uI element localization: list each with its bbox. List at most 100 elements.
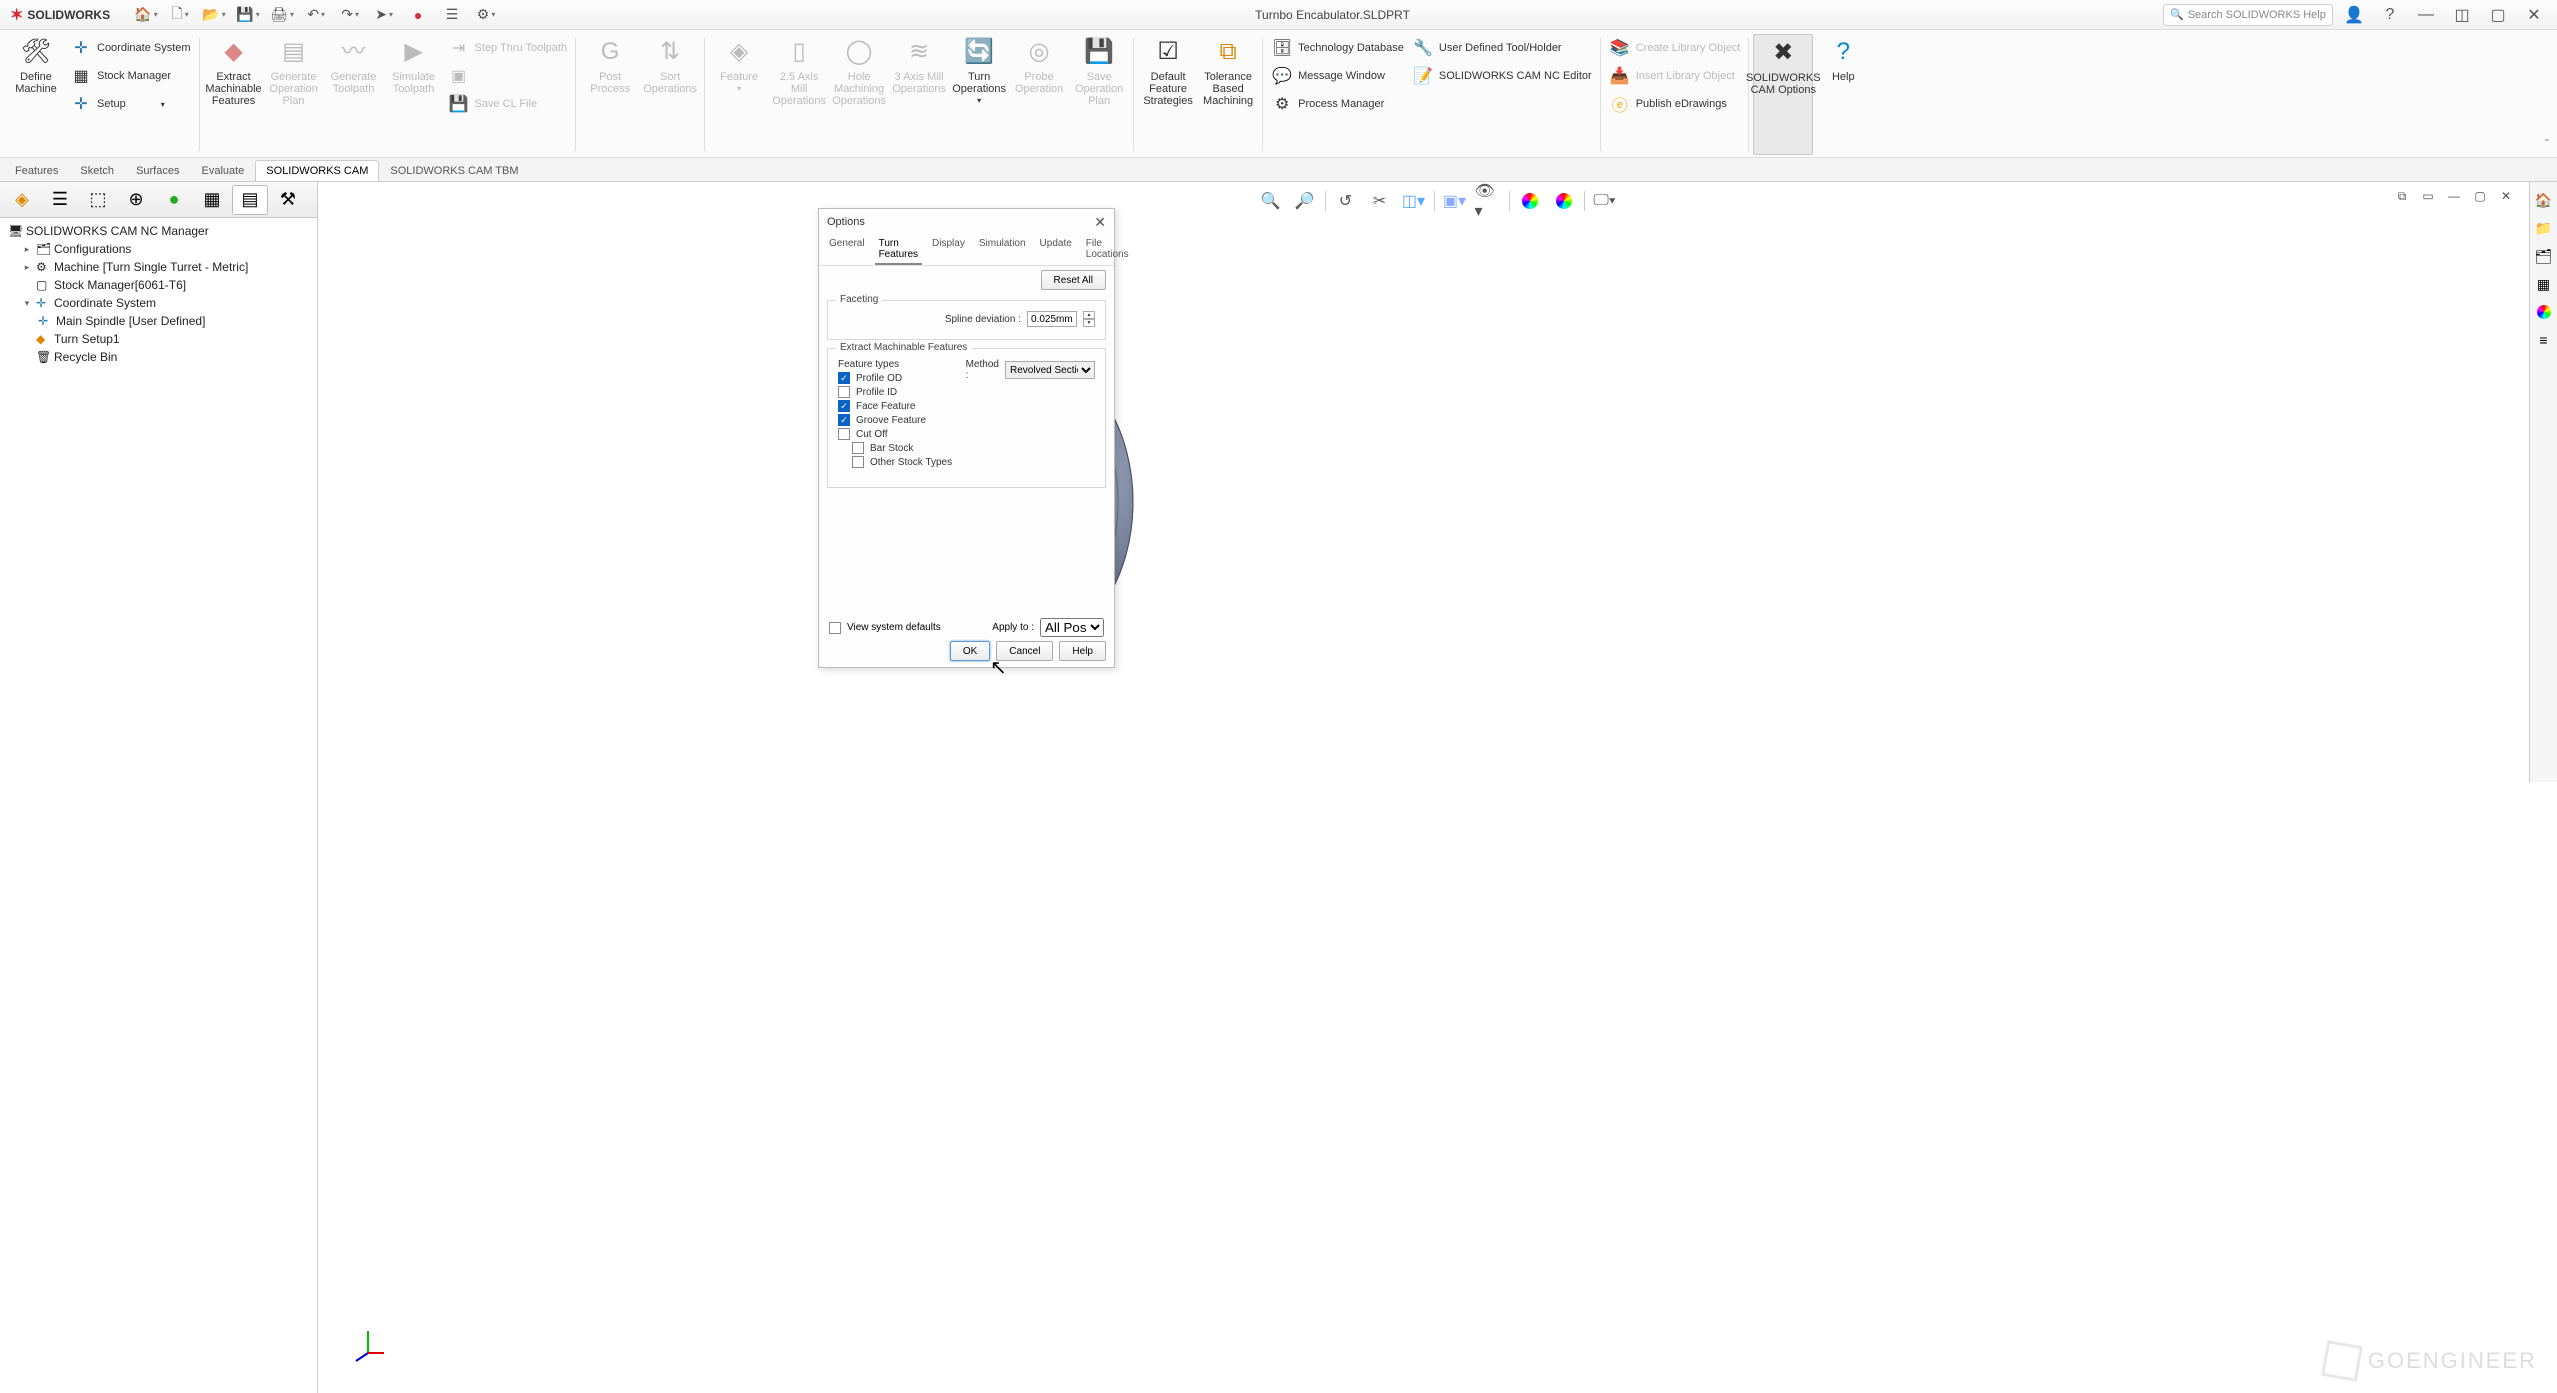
stock-manager-button[interactable]: ▦Stock Manager	[66, 62, 175, 90]
doc-close-icon[interactable]: ✕	[2495, 186, 2517, 206]
tree-root[interactable]: 🖥SOLIDWORKS CAM NC Manager	[4, 222, 313, 240]
expand-icon[interactable]: ▸	[22, 262, 32, 273]
zoom-area-icon[interactable]: 🔎	[1291, 188, 1319, 214]
rebuild-icon[interactable]: ●	[402, 2, 434, 28]
dlg-tab-file-locations[interactable]: File Locations	[1082, 235, 1133, 265]
cam-operation-tab-icon[interactable]: ▤	[232, 185, 268, 215]
options-icon[interactable]: ☰	[436, 2, 468, 28]
define-machine-button[interactable]: 🛠Define Machine	[6, 34, 66, 97]
dimxpert-tab-icon[interactable]: ⊕	[118, 185, 154, 215]
hide-show-icon[interactable]: 👁▾	[1475, 188, 1503, 214]
dlg-tab-general[interactable]: General	[825, 235, 869, 265]
technology-database-button[interactable]: 🗄Technology Database	[1267, 34, 1408, 62]
tree-machine[interactable]: ▸⚙Machine [Turn Single Turret - Metric]	[4, 258, 313, 276]
tp-file-explorer-icon[interactable]: 🗂	[2532, 244, 2556, 268]
home-icon[interactable]: 🏠▾	[130, 2, 162, 28]
tab-solidworks-cam[interactable]: SOLIDWORKS CAM	[255, 160, 379, 181]
select-icon[interactable]: ➤▾	[368, 2, 400, 28]
tp-custom-props-icon[interactable]: ≡	[2532, 328, 2556, 352]
dlg-tab-display[interactable]: Display	[928, 235, 969, 265]
dlg-tab-update[interactable]: Update	[1036, 235, 1076, 265]
tree-configurations[interactable]: ▸🗂Configurations	[4, 240, 313, 258]
turn-operations-button[interactable]: 🔄Turn Operations▾	[949, 34, 1009, 155]
apply-to-select[interactable]: All Possible	[1040, 618, 1104, 637]
face-feature-checkbox[interactable]: ✓	[838, 400, 850, 412]
message-window-button[interactable]: 💬Message Window	[1267, 62, 1389, 90]
cam-feature-tab-icon[interactable]: ▦	[194, 185, 230, 215]
tree-coord-sys[interactable]: ▾✛Coordinate System	[4, 294, 313, 312]
coordinate-system-button[interactable]: ✛Coordinate System	[66, 34, 195, 62]
ribbon-collapse-icon[interactable]: ˆ	[2545, 137, 2549, 151]
view-system-defaults-checkbox[interactable]	[829, 622, 841, 634]
tab-sketch[interactable]: Sketch	[69, 160, 125, 181]
dialog-close-icon[interactable]: ✕	[1094, 214, 1106, 231]
minimize-icon[interactable]: —	[2411, 2, 2441, 28]
new-icon[interactable]: 🗋▾	[164, 2, 196, 28]
view-settings-icon[interactable]: 🖵▾	[1591, 188, 1619, 214]
zoom-fit-icon[interactable]: 🔍	[1257, 188, 1285, 214]
doc-maximize-icon[interactable]: ▢	[2469, 186, 2491, 206]
cancel-button[interactable]: Cancel	[996, 641, 1053, 661]
fm-tree-tab-icon[interactable]: ◈	[4, 185, 40, 215]
tolerance-based-machining-button[interactable]: ⧉Tolerance Based Machining	[1198, 34, 1258, 155]
expand-icon[interactable]: ▾	[22, 298, 32, 309]
publish-edrawings-button[interactable]: ⓔPublish eDrawings	[1605, 90, 1731, 118]
display-style-icon[interactable]: ▣▾	[1441, 188, 1469, 214]
tree-turn-setup[interactable]: ◆Turn Setup1	[4, 330, 313, 348]
restore-down-icon[interactable]: ◫	[2447, 2, 2477, 28]
tp-appearances-icon[interactable]	[2532, 300, 2556, 324]
display-mgr-tab-icon[interactable]: ●	[156, 185, 192, 215]
dlg-tab-turn-features[interactable]: Turn Features	[875, 235, 922, 265]
nc-editor-button[interactable]: 📝SOLIDWORKS CAM NC Editor	[1408, 62, 1596, 90]
doc-cascade-icon[interactable]: ▭	[2417, 186, 2439, 206]
setup-button[interactable]: ✛Setup▾	[66, 90, 169, 118]
help-icon[interactable]: ?	[2375, 2, 2405, 28]
spline-deviation-input[interactable]	[1027, 311, 1077, 327]
tab-evaluate[interactable]: Evaluate	[190, 160, 255, 181]
ribbon-help-button[interactable]: ?Help	[1813, 34, 1873, 155]
tree-recycle-bin[interactable]: 🗑Recycle Bin	[4, 348, 313, 366]
undo-icon[interactable]: ↶▾	[300, 2, 332, 28]
tree-main-spindle[interactable]: ✛Main Spindle [User Defined]	[4, 312, 313, 330]
doc-minimize-icon[interactable]: —	[2443, 186, 2465, 206]
orientation-triad[interactable]	[348, 1323, 388, 1363]
save-icon[interactable]: 💾▾	[232, 2, 264, 28]
redo-icon[interactable]: ↷▾	[334, 2, 366, 28]
tab-surfaces[interactable]: Surfaces	[125, 160, 190, 181]
tab-solidworks-cam-tbm[interactable]: SOLIDWORKS CAM TBM	[379, 160, 529, 181]
property-mgr-tab-icon[interactable]: ☰	[42, 185, 78, 215]
graphics-area[interactable]: 🔍 🔎 ↺ ✂ ◫▾ ▣▾ 👁▾ 🖵▾	[318, 182, 2557, 1393]
config-mgr-tab-icon[interactable]: ⬚	[80, 185, 116, 215]
section-view-icon[interactable]: ✂	[1366, 188, 1394, 214]
expand-icon[interactable]: ▸	[22, 244, 32, 255]
print-icon[interactable]: 🖨▾	[266, 2, 298, 28]
appearance-icon[interactable]	[1516, 188, 1544, 214]
extract-machinable-features-button[interactable]: ◆Extract Machinable Features	[204, 34, 264, 155]
tp-design-lib-icon[interactable]: 📁	[2532, 216, 2556, 240]
spline-deviation-spinner[interactable]: ▲▼	[1083, 311, 1095, 327]
method-select[interactable]: Revolved Section	[1005, 361, 1095, 379]
tp-home-icon[interactable]: 🏠	[2532, 188, 2556, 212]
groove-feature-checkbox[interactable]: ✓	[838, 414, 850, 426]
reset-all-button[interactable]: Reset All	[1041, 270, 1106, 290]
help-search-input[interactable]: 🔍 Search SOLIDWORKS Help	[2163, 4, 2333, 26]
tab-features[interactable]: Features	[4, 160, 69, 181]
dlg-tab-simulation[interactable]: Simulation	[975, 235, 1030, 265]
settings-gear-icon[interactable]: ⚙▾	[470, 2, 502, 28]
profile-od-checkbox[interactable]: ✓	[838, 372, 850, 384]
cam-options-button[interactable]: ✖SOLIDWORKS CAM Options	[1753, 34, 1813, 155]
other-stock-checkbox[interactable]	[852, 456, 864, 468]
prev-view-icon[interactable]: ↺	[1332, 188, 1360, 214]
scene-icon[interactable]	[1550, 188, 1578, 214]
view-orient-icon[interactable]: ◫▾	[1400, 188, 1428, 214]
dialog-titlebar[interactable]: Options ✕	[819, 209, 1114, 235]
default-feature-strategies-button[interactable]: ☑Default Feature Strategies	[1138, 34, 1198, 155]
profile-id-checkbox[interactable]	[838, 386, 850, 398]
maximize-icon[interactable]: ▢	[2483, 2, 2513, 28]
ok-button[interactable]: OK	[950, 641, 990, 661]
login-icon[interactable]: 👤	[2339, 2, 2369, 28]
bar-stock-checkbox[interactable]	[852, 442, 864, 454]
dialog-help-button[interactable]: Help	[1059, 641, 1106, 661]
tp-view-palette-icon[interactable]: ▦	[2532, 272, 2556, 296]
cam-tools-tab-icon[interactable]: ⚒	[270, 185, 306, 215]
